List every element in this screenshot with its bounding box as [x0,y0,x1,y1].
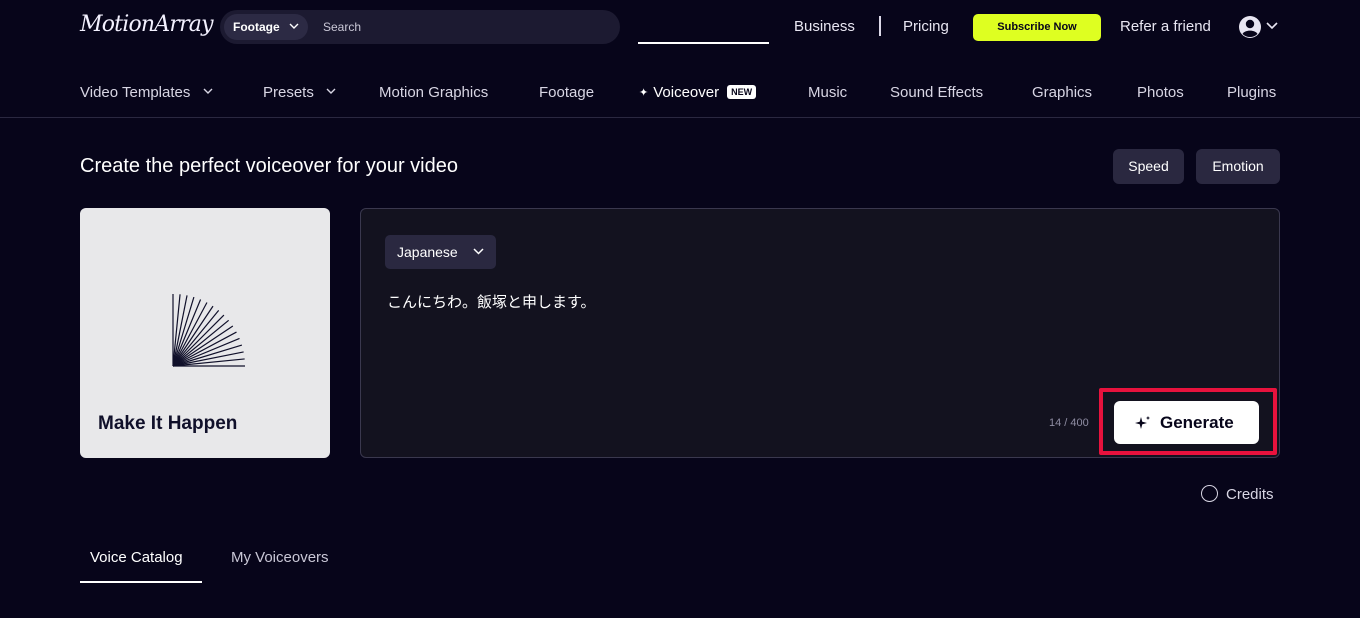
search-bar: Footage Search [220,10,620,44]
chevron-down-icon [473,248,484,255]
nav-divider [0,117,1360,118]
fan-line [172,309,220,367]
motionarray-logo[interactable]: MotionArray [80,12,214,37]
speed-button[interactable]: Speed [1113,149,1184,184]
search-category-label: Footage [233,20,280,34]
active-tab-indicator [80,581,202,583]
tab-my-voiceovers[interactable]: My Voiceovers [231,549,329,566]
credits-indicator[interactable]: Credits [1201,485,1274,503]
chevron-down-icon[interactable] [1266,22,1278,30]
nav-music[interactable]: Music [808,84,847,101]
sparkle-icon: ✦ [639,87,649,99]
refer-friend-link[interactable]: Refer a friend [1120,18,1211,35]
nav-label: Video Templates [80,84,191,101]
credits-label: Credits [1226,486,1274,503]
nav-photos[interactable]: Photos [1137,84,1184,101]
nav-plugins[interactable]: Plugins [1227,84,1276,101]
character-counter: 14 / 400 [1049,417,1089,429]
active-nav-indicator [638,42,769,44]
sparkle-icon [1135,416,1150,429]
search-category-select[interactable]: Footage [224,14,308,40]
voice-card[interactable]: Make It Happen [80,208,330,458]
emotion-button[interactable]: Emotion [1196,149,1280,184]
category-nav: Video Templates Presets Motion Graphics … [0,74,1360,118]
nav-sound-effects[interactable]: Sound Effects [890,84,983,101]
language-label: Japanese [397,244,458,260]
language-select[interactable]: Japanese [385,235,496,269]
generate-button[interactable]: Generate [1114,401,1259,444]
voice-card-title: Make It Happen [98,413,238,434]
nav-graphics[interactable]: Graphics [1032,84,1092,101]
nav-voiceover[interactable]: ✦ Voiceover NEW [639,84,757,101]
pricing-link[interactable]: Pricing [903,18,949,35]
nav-motion-graphics[interactable]: Motion Graphics [379,84,488,101]
script-textarea[interactable]: こんにちわ。飯塚と申します。 [387,291,596,312]
generate-label: Generate [1160,413,1234,432]
page-title: Create the perfect voiceover for your vi… [80,155,458,177]
fan-logo-icon [172,294,245,367]
subscribe-button[interactable]: Subscribe Now [973,14,1101,41]
tab-voice-catalog[interactable]: Voice Catalog [90,549,183,566]
top-bar: MotionArray Footage Search Business Pric… [0,0,1360,56]
chevron-down-icon [203,88,213,94]
divider [879,16,881,36]
user-avatar-icon[interactable] [1238,15,1262,39]
search-input[interactable]: Search [323,20,361,34]
credits-ring-icon [1201,485,1218,502]
nav-label: Presets [263,84,314,101]
fan-line [172,319,230,367]
new-badge: NEW [727,85,757,99]
chevron-down-icon [326,88,336,94]
nav-footage[interactable]: Footage [539,84,594,101]
nav-presets[interactable]: Presets [263,84,336,101]
nav-video-templates[interactable]: Video Templates [80,84,213,101]
nav-label: Voiceover [653,84,720,101]
chevron-down-icon [289,23,299,29]
business-link[interactable]: Business [794,18,855,35]
